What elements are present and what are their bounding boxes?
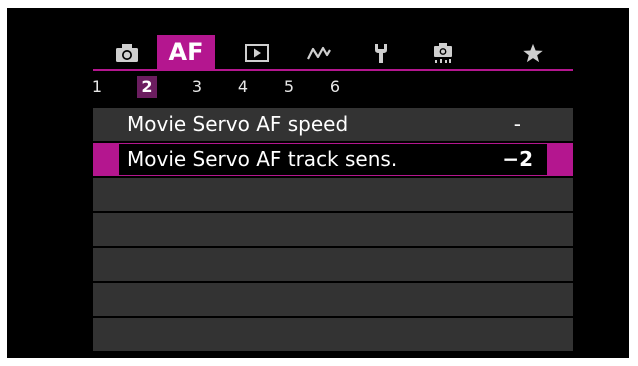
menu-item-empty [93, 318, 573, 351]
subpage-5[interactable]: 5 [279, 76, 299, 98]
menu-item-empty [93, 248, 573, 281]
custom-functions-icon [434, 43, 452, 63]
menu-item-label: Movie Servo AF speed [127, 112, 349, 136]
setup-wrench-icon [375, 44, 387, 63]
menu-item-empty [93, 178, 573, 211]
tab-shooting[interactable] [105, 37, 149, 69]
playback-icon [245, 44, 269, 62]
subpage-3[interactable]: 3 [187, 76, 207, 98]
menu-item-value: −2 [502, 147, 533, 171]
menu-item-movie-servo-af-speed[interactable]: Movie Servo AF speed - [93, 108, 573, 141]
tab-af-label: AF [168, 38, 204, 66]
camera-menu-screen: AF 1 2 3 4 5 6 Movie Servo AF speed - Mo… [7, 8, 629, 358]
menu-item-movie-servo-af-track-sens[interactable]: Movie Servo AF track sens. −2 [93, 143, 573, 176]
selection-highlight: Movie Servo AF track sens. −2 [119, 144, 547, 175]
wireless-icon [307, 46, 331, 60]
subpage-6[interactable]: 6 [325, 76, 345, 98]
tab-custom-functions[interactable] [423, 37, 463, 69]
subpage-2-active[interactable]: 2 [137, 76, 157, 98]
camera-shooting-icon [116, 44, 138, 62]
menu-item-value: - [513, 112, 521, 136]
tab-my-menu[interactable] [513, 37, 553, 69]
tab-playback[interactable] [237, 37, 277, 69]
tab-af[interactable]: AF [157, 35, 215, 69]
tab-wireless[interactable] [299, 37, 339, 69]
subpage-4[interactable]: 4 [233, 76, 253, 98]
tab-setup[interactable] [363, 37, 399, 69]
menu-item-label: Movie Servo AF track sens. [127, 147, 398, 171]
subpage-1[interactable]: 1 [87, 76, 107, 98]
menu-item-empty [93, 283, 573, 316]
tab-underline [93, 69, 573, 71]
menu-item-empty [93, 213, 573, 246]
my-menu-star-icon [523, 43, 543, 63]
